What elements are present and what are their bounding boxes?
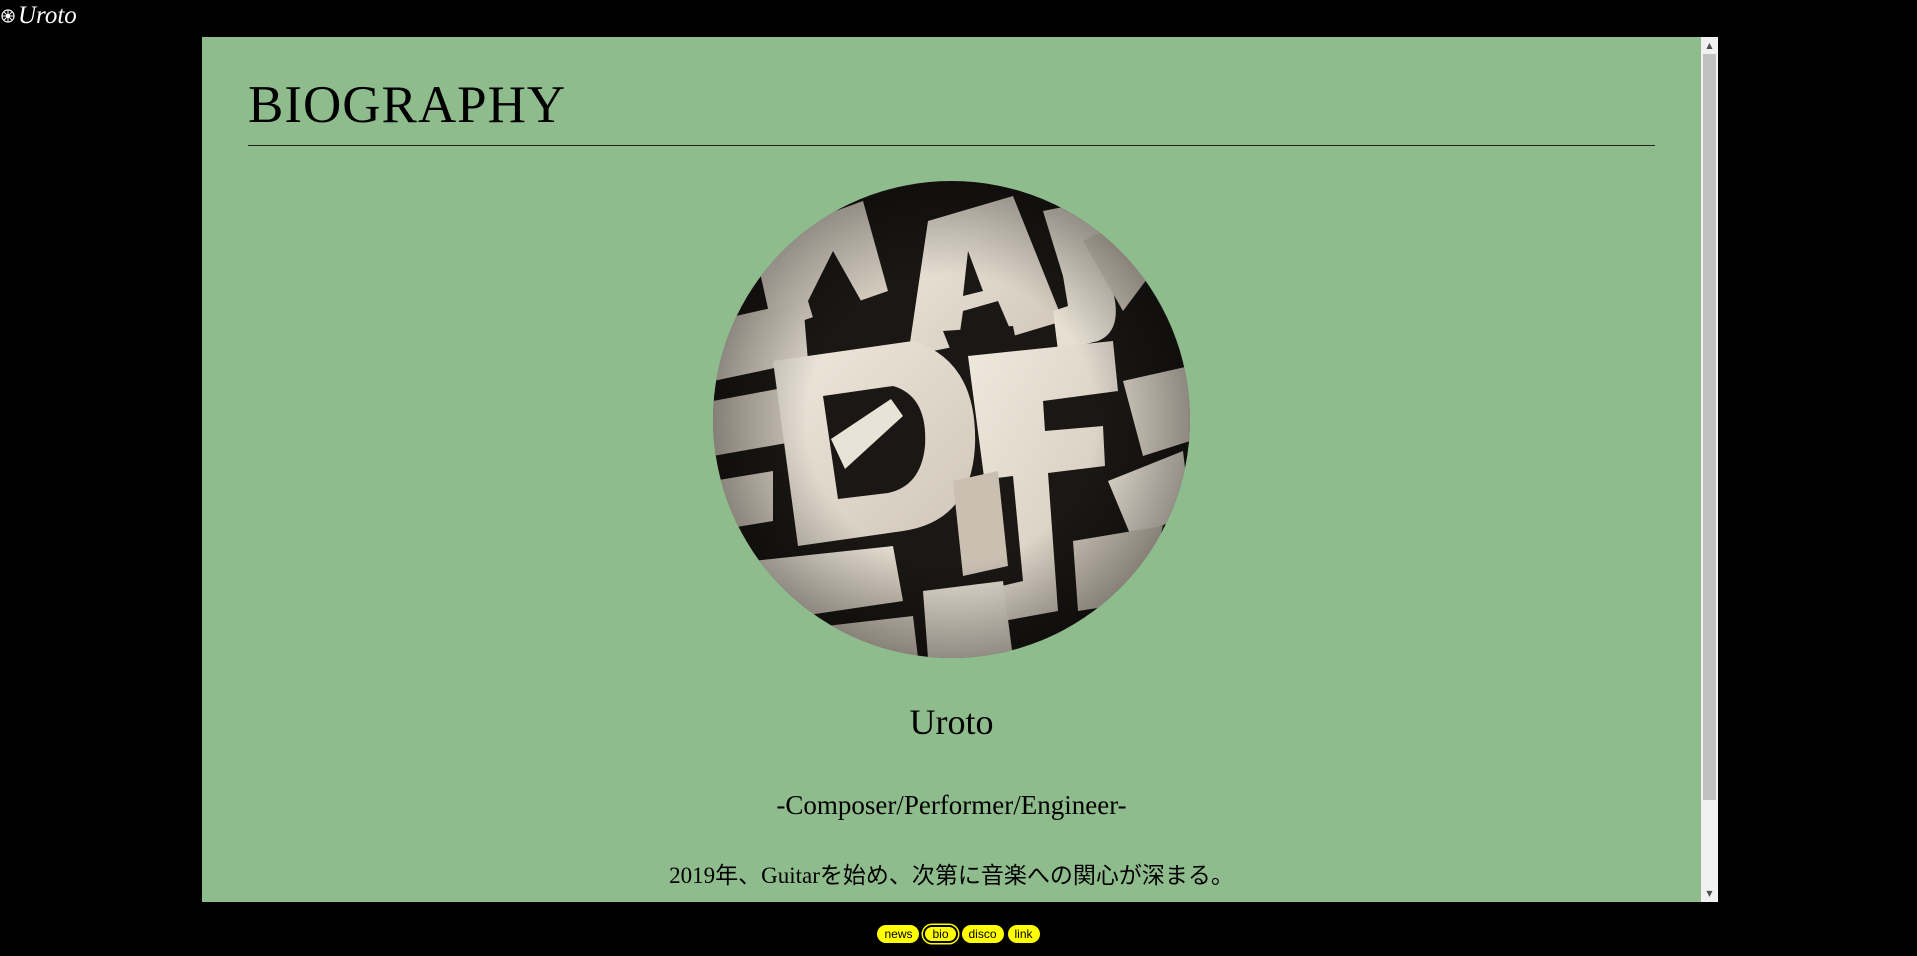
title-divider: [248, 145, 1655, 146]
scroll-down-arrow-icon[interactable]: ▼: [1701, 885, 1718, 902]
content-frame: BIOGRAPHY Uroto -Composer/Performer/Engi…: [202, 37, 1718, 902]
nav-bio-button[interactable]: bio: [923, 925, 958, 943]
artist-role: -Composer/Performer/Engineer-: [776, 790, 1127, 820]
avatar-letters-art: [713, 181, 1190, 658]
page-title: BIOGRAPHY: [248, 76, 567, 134]
logo-mark-icon: [1, 9, 15, 23]
artist-name: Uroto: [909, 702, 994, 742]
page-content: BIOGRAPHY Uroto -Composer/Performer/Engi…: [202, 37, 1701, 902]
nav-news-button[interactable]: news: [877, 925, 920, 943]
site-logo-text: Uroto: [18, 2, 77, 29]
nav-disco-button[interactable]: disco: [961, 925, 1004, 943]
site-logo[interactable]: Uroto: [1, 2, 77, 29]
artist-avatar-image: [713, 181, 1190, 658]
nav-link-button[interactable]: link: [1007, 925, 1040, 943]
bio-text: 2019年、Guitarを始め、次第に音楽への関心が深まる。: [669, 863, 1234, 888]
vertical-scrollbar[interactable]: ▲ ▼: [1701, 37, 1718, 902]
bottom-nav: news bio disco link: [0, 925, 1917, 943]
scroll-thumb[interactable]: [1703, 54, 1716, 800]
scroll-up-arrow-icon[interactable]: ▲: [1701, 37, 1718, 54]
